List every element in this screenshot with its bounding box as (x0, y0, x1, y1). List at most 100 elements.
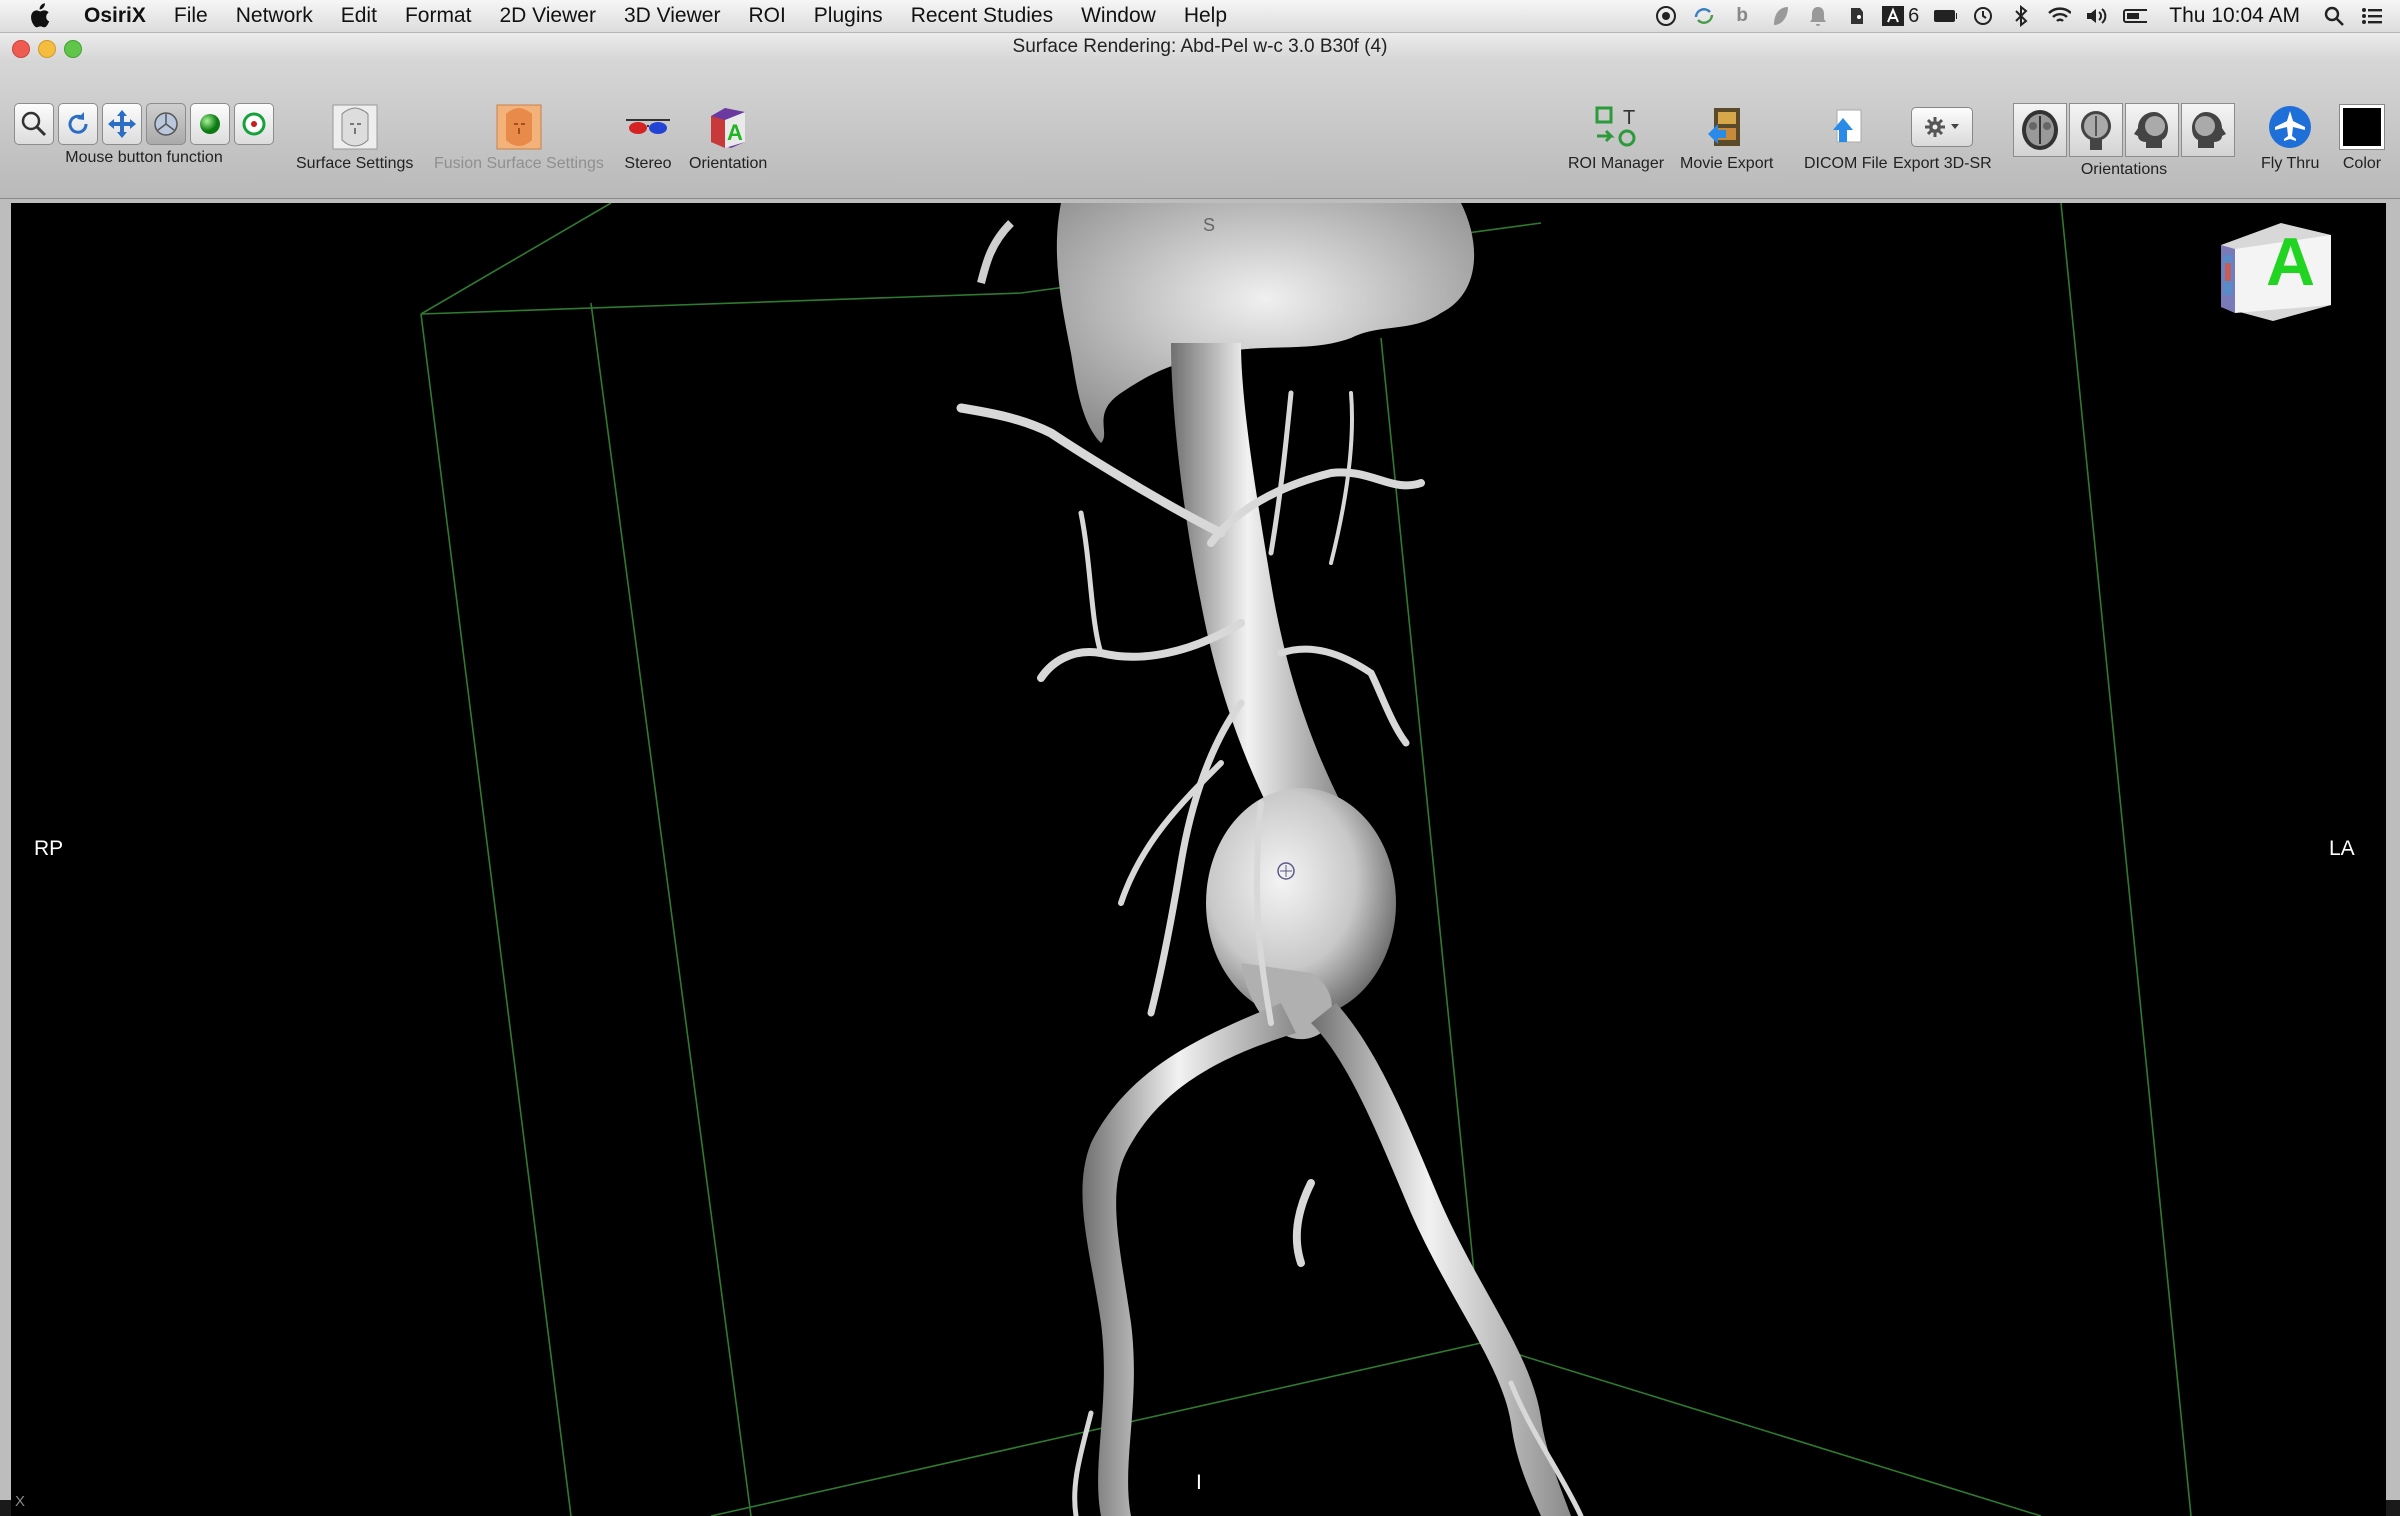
sphere-tool-button[interactable] (190, 103, 230, 145)
zoom-tool-button[interactable] (14, 103, 54, 145)
adobe-badge-count: 6 (1908, 4, 1920, 27)
spotlight-search-icon[interactable] (2322, 4, 2346, 28)
magnifier-icon (21, 111, 47, 137)
menu-bar: OsiriX File Network Edit Format 2D Viewe… (0, 0, 2400, 33)
fusion-surface-settings-icon (496, 104, 542, 150)
menubar-clock[interactable]: Thu 10:04 AM (2169, 4, 2300, 28)
orientation-label: Orientation (689, 155, 768, 172)
menu-app-osirix[interactable]: OsiriX (70, 4, 160, 28)
orientation-label-top: S (1203, 215, 1216, 235)
target-icon (242, 112, 266, 136)
wifi-icon[interactable] (2047, 4, 2072, 28)
corner-marker: X (15, 1493, 26, 1510)
gear-icon (1925, 117, 1946, 137)
orientation-label-right: LA (2329, 837, 2355, 860)
adobe-icon[interactable]: 6 (1882, 4, 1919, 28)
surface-settings-button[interactable]: Surface Settings (296, 103, 413, 173)
coronal-head-icon (2081, 111, 2111, 150)
fly-thru-label: Fly Thru (2261, 155, 2320, 172)
apple-menu-icon[interactable] (24, 1, 54, 31)
surface-settings-icon (332, 104, 378, 150)
movie-export-label: Movie Export (1680, 155, 1774, 172)
menu-network[interactable]: Network (222, 4, 327, 28)
mouse-function-group: Mouse button function (14, 103, 274, 167)
color-swatch[interactable] (2339, 104, 2385, 150)
menu-plugins[interactable]: Plugins (800, 4, 897, 28)
sync-icon[interactable] (1692, 4, 1716, 28)
surface-rendering-window: Surface Rendering: Abd-Pel w-c 3.0 B30f … (0, 33, 2400, 1516)
rotate-icon (68, 112, 88, 134)
menu-edit[interactable]: Edit (327, 4, 391, 28)
fly-thru-button[interactable]: Fly Thru (2261, 103, 2319, 173)
roi-manager-icon: T (1595, 106, 1636, 147)
stereo-label: Stereo (624, 155, 672, 172)
b-app-icon[interactable]: b (1730, 4, 1754, 28)
battery-icon[interactable] (2123, 4, 2148, 28)
chevron-down-icon (1951, 124, 1960, 129)
export-3dsr-button[interactable]: Export 3D-SR (1893, 103, 1992, 173)
cube-letter-a: A (2266, 224, 2316, 300)
axial-orientation-button[interactable] (2013, 103, 2067, 157)
sagittal-left-orientation-button[interactable] (2125, 103, 2179, 157)
rotation-center-marker[interactable] (1277, 862, 1295, 880)
menu-help[interactable]: Help (1170, 4, 1241, 28)
notification-center-icon[interactable] (2360, 4, 2384, 28)
svg-text:A: A (727, 120, 743, 145)
svg-text:T: T (1623, 107, 1635, 129)
roi-manager-button[interactable]: T ROI Manager (1568, 103, 1664, 173)
movie-export-button[interactable]: Movie Export (1680, 103, 1773, 173)
surface-rendering-viewport[interactable]: A RP LA I S X (11, 203, 2386, 1516)
sagittal-head-left-icon (2134, 112, 2168, 148)
menu-file[interactable]: File (160, 4, 222, 28)
dicom-file-label: DICOM File (1804, 155, 1888, 172)
green-sphere-icon (200, 114, 220, 134)
airplane-icon (2269, 106, 2312, 148)
record-icon[interactable] (1654, 4, 1678, 28)
export-3dsr-popup[interactable] (1911, 107, 1974, 147)
export-3dsr-label: Export 3D-SR (1893, 155, 1992, 172)
time-machine-icon[interactable] (1971, 4, 1995, 28)
window-title: Surface Rendering: Abd-Pel w-c 3.0 B30f … (1012, 36, 1388, 57)
mouse-function-label: Mouse button function (65, 149, 223, 166)
stereo-glasses-icon (626, 119, 670, 134)
rotate-tool-button[interactable] (58, 103, 98, 145)
menu-window[interactable]: Window (1067, 4, 1170, 28)
bluetooth-icon[interactable] (2009, 4, 2033, 28)
target-tool-button[interactable] (234, 103, 274, 145)
surface-settings-label: Surface Settings (296, 155, 414, 172)
orientation-button[interactable]: A Orientation (689, 103, 767, 173)
fusion-surface-settings-label: Fusion Surface Settings (434, 155, 604, 172)
coronal-orientation-button[interactable] (2069, 103, 2123, 157)
orientations-group: Orientations (2013, 103, 2235, 179)
move-arrows-icon (108, 110, 136, 138)
dicom-file-icon (1832, 109, 1862, 143)
pan-tool-button[interactable] (102, 103, 142, 145)
orientations-label: Orientations (2080, 161, 2168, 178)
menu-3d-viewer[interactable]: 3D Viewer (610, 4, 735, 28)
sagittal-right-orientation-button[interactable] (2181, 103, 2235, 157)
color-button[interactable]: Color (2338, 103, 2386, 173)
aorta-surface-model (956, 203, 1584, 1516)
volume-icon[interactable] (2085, 4, 2109, 28)
dicom-file-button[interactable]: DICOM File (1804, 103, 1888, 173)
fusion-surface-settings-button[interactable]: Fusion Surface Settings (434, 103, 604, 173)
camera-rotate-tool-button[interactable] (146, 103, 186, 145)
menu-roi[interactable]: ROI (734, 4, 799, 28)
movie-export-icon (1707, 108, 1740, 146)
orientation-label-left: RP (34, 837, 64, 860)
menu-2d-viewer[interactable]: 2D Viewer (485, 4, 610, 28)
orientation-label-bottom: I (1196, 1471, 1202, 1494)
menu-recent-studies[interactable]: Recent Studies (897, 4, 1067, 28)
notification-bell-icon[interactable] (1806, 4, 1830, 28)
evernote-icon[interactable] (1844, 4, 1868, 28)
axial-brain-icon (2022, 110, 2058, 150)
leaf-icon[interactable] (1768, 4, 1792, 28)
window-titlebar: Surface Rendering: Abd-Pel w-c 3.0 B30f … (0, 33, 2400, 63)
stereo-button[interactable]: Stereo (624, 103, 672, 173)
orientation-cube-icon: A (711, 108, 746, 148)
battery-indicator-icon[interactable] (1933, 4, 1958, 28)
roi-manager-label: ROI Manager (1568, 155, 1665, 172)
trackball-icon (154, 112, 178, 136)
rendering-canvas[interactable] (11, 203, 2386, 1516)
menu-format[interactable]: Format (391, 4, 486, 28)
